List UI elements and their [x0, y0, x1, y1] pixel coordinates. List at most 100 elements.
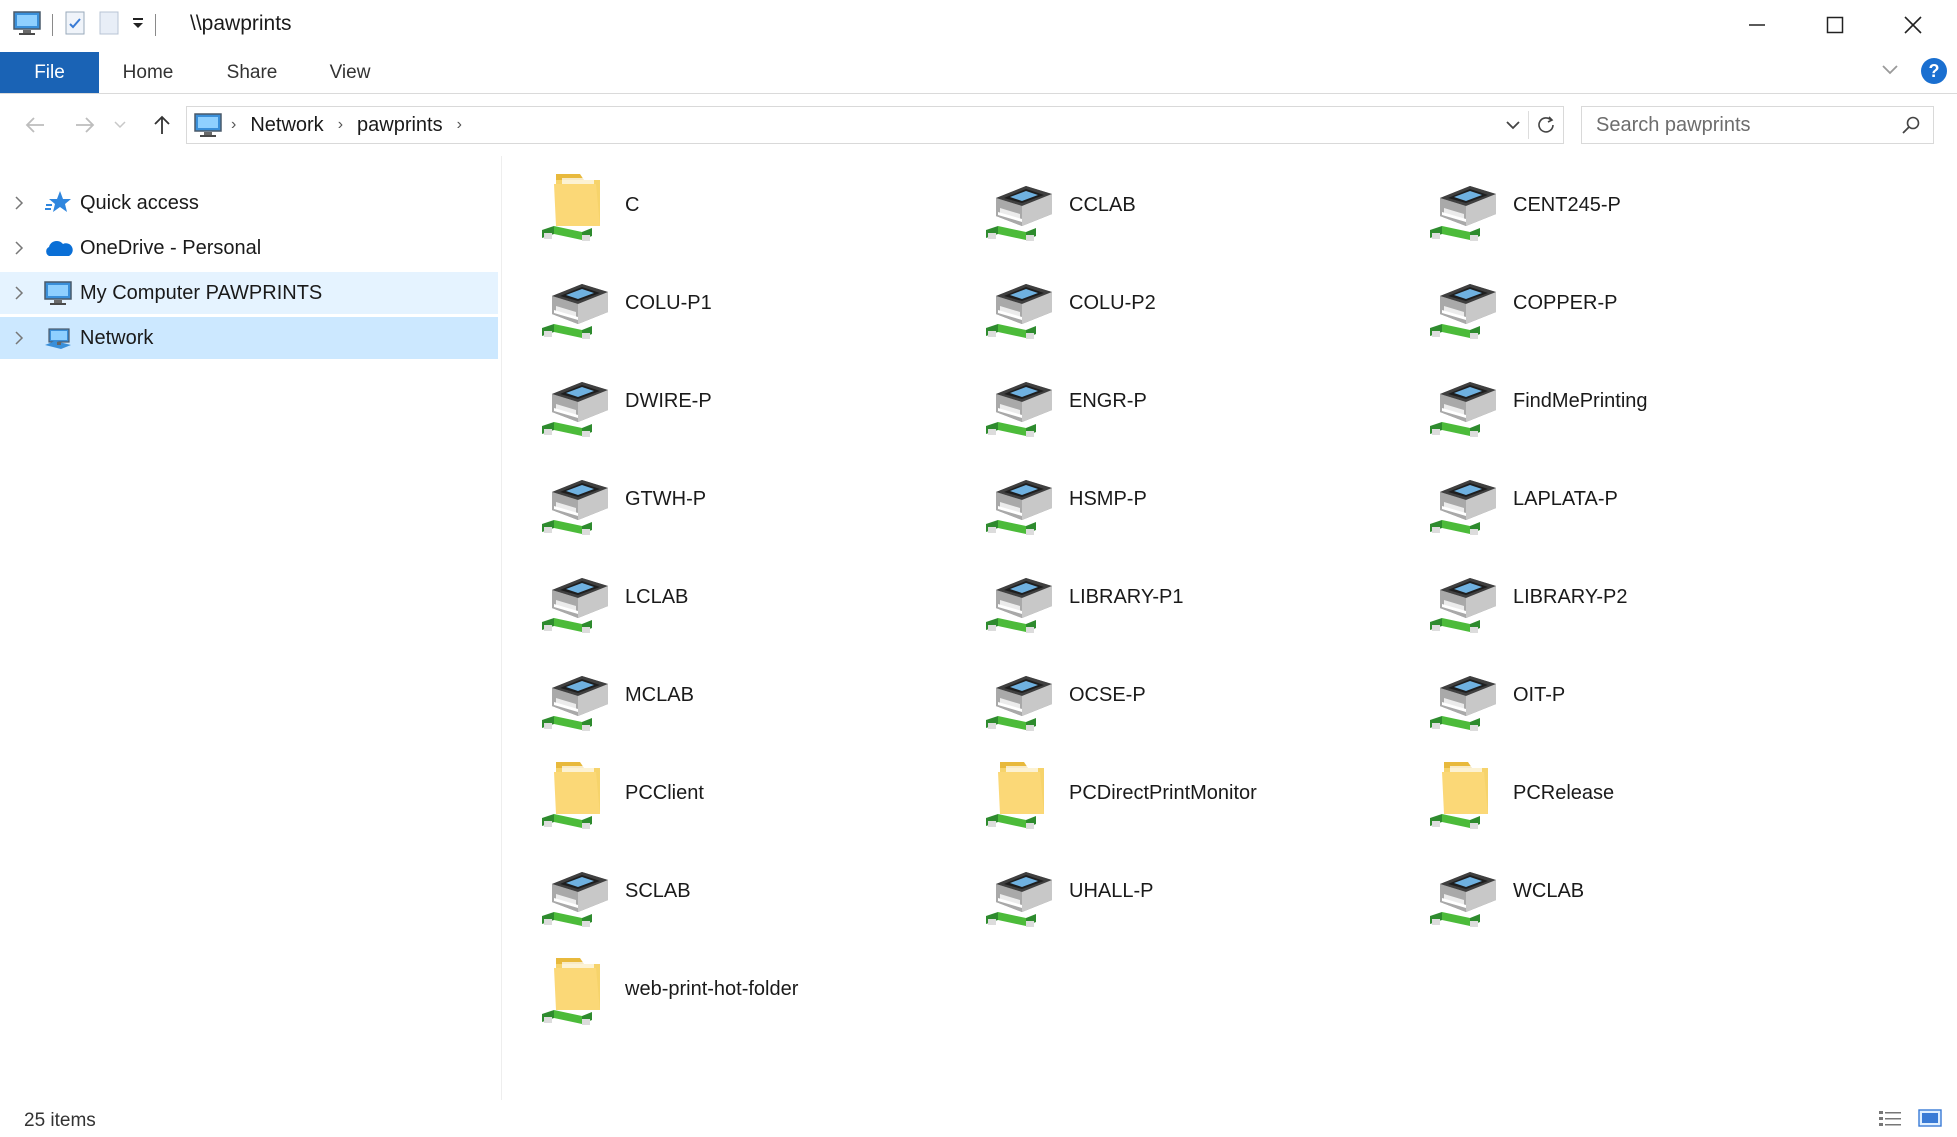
item-name: C — [625, 194, 640, 216]
search-box[interactable] — [1581, 106, 1934, 144]
network-icon — [38, 325, 78, 351]
expand-ribbon-chevron-icon[interactable] — [1881, 62, 1899, 80]
printer-item[interactable]: UHALL-P — [977, 854, 1421, 952]
shared-printer-icon — [1421, 854, 1511, 944]
chevron-right-icon[interactable] — [0, 286, 38, 300]
sidebar-item-label: Network — [80, 326, 154, 349]
quick-access-toolbar — [12, 10, 156, 40]
printer-item[interactable]: DWIRE-P — [533, 364, 977, 462]
item-name: COLU-P1 — [625, 292, 712, 314]
large-icons-view-icon — [1918, 1109, 1942, 1127]
sidebar-item-label: OneDrive - Personal — [80, 236, 262, 259]
sidebar-item-my-computer[interactable]: My Computer PAWPRINTS — [0, 272, 498, 314]
item-name: ENGR-P — [1069, 390, 1147, 412]
shared-printer-icon — [533, 266, 623, 356]
back-button[interactable] — [18, 108, 52, 142]
printer-item[interactable]: WCLAB — [1421, 854, 1865, 952]
chevron-right-icon[interactable] — [0, 331, 38, 345]
folder-item[interactable]: PCRelease — [1421, 756, 1865, 854]
printer-item[interactable]: LIBRARY-P1 — [977, 560, 1421, 658]
folder-item[interactable]: C — [533, 168, 977, 266]
sidebar-item-label: My Computer PAWPRINTS — [80, 281, 323, 304]
item-name: PCClient — [625, 782, 704, 804]
printer-item[interactable]: COPPER-P — [1421, 266, 1865, 364]
refresh-icon — [1538, 116, 1554, 133]
shared-printer-icon — [977, 854, 1067, 944]
tab-share[interactable]: Share — [212, 52, 292, 93]
shared-printer-icon — [1421, 560, 1511, 650]
chevron-down-icon — [1506, 121, 1520, 130]
tab-home[interactable]: Home — [108, 52, 188, 93]
tab-view[interactable]: View — [310, 52, 390, 93]
address-history-dropdown[interactable] — [1498, 120, 1528, 130]
sidebar-item-onedrive[interactable]: OneDrive - Personal — [0, 227, 498, 269]
breadcrumb-separator[interactable]: › — [449, 116, 470, 134]
customize-qat-dropdown-icon[interactable] — [131, 16, 145, 35]
printer-item[interactable]: LCLAB — [533, 560, 977, 658]
minimize-button[interactable] — [1718, 0, 1796, 50]
onedrive-cloud-icon — [38, 238, 78, 258]
shared-printer-icon — [977, 364, 1067, 454]
shared-folder-icon — [1421, 756, 1511, 846]
new-folder-icon[interactable] — [97, 10, 121, 41]
tab-file[interactable]: File — [0, 52, 99, 93]
address-bar[interactable]: › Network › pawprints › — [186, 106, 1564, 144]
shared-folder-icon — [533, 952, 623, 1042]
shared-printer-icon — [533, 462, 623, 552]
folder-item[interactable]: PCDirectPrintMonitor — [977, 756, 1421, 854]
breadcrumb-network[interactable]: Network — [244, 114, 329, 137]
shared-printer-icon — [1421, 364, 1511, 454]
breadcrumb-pawprints[interactable]: pawprints — [351, 114, 449, 137]
printer-item[interactable]: OCSE-P — [977, 658, 1421, 756]
forward-button[interactable] — [68, 108, 102, 142]
close-icon — [1904, 16, 1922, 34]
search-input[interactable] — [1596, 113, 1886, 137]
chevron-right-icon[interactable] — [0, 241, 38, 255]
printer-item[interactable]: CENT245-P — [1421, 168, 1865, 266]
recent-locations-button[interactable] — [110, 108, 130, 142]
printer-item[interactable]: CCLAB — [977, 168, 1421, 266]
printer-item[interactable]: HSMP-P — [977, 462, 1421, 560]
item-name: COLU-P2 — [1069, 292, 1156, 314]
item-name: LAPLATA-P — [1513, 488, 1618, 510]
properties-icon[interactable] — [63, 10, 87, 41]
shared-printer-icon — [977, 462, 1067, 552]
details-view-button[interactable] — [1877, 1108, 1903, 1133]
maximize-icon — [1826, 16, 1844, 34]
printer-item[interactable]: COLU-P1 — [533, 266, 977, 364]
printer-item[interactable]: OIT-P — [1421, 658, 1865, 756]
status-bar: 25 items — [0, 1100, 1957, 1137]
item-name: GTWH-P — [625, 488, 707, 510]
printer-item[interactable]: LIBRARY-P2 — [1421, 560, 1865, 658]
chevron-right-icon[interactable] — [0, 196, 38, 210]
folder-item[interactable]: web-print-hot-folder — [533, 952, 977, 1050]
breadcrumb-separator[interactable]: › — [330, 116, 351, 134]
navigation-pane: Quick access OneDrive - Personal My Comp… — [0, 156, 502, 1100]
item-name: OIT-P — [1513, 684, 1566, 706]
printer-item[interactable]: SCLAB — [533, 854, 977, 952]
minimize-icon — [1749, 24, 1765, 26]
printer-item[interactable]: FindMePrinting — [1421, 364, 1865, 462]
printer-item[interactable]: COLU-P2 — [977, 266, 1421, 364]
item-name: UHALL-P — [1069, 880, 1154, 902]
shared-folder-icon — [533, 168, 623, 258]
folder-item[interactable]: PCClient — [533, 756, 977, 854]
refresh-button[interactable] — [1529, 115, 1563, 135]
sidebar-item-quick-access[interactable]: Quick access — [0, 182, 498, 224]
sidebar-item-network[interactable]: Network — [0, 317, 498, 359]
shared-printer-icon — [1421, 658, 1511, 748]
printer-item[interactable]: ENGR-P — [977, 364, 1421, 462]
item-name: web-print-hot-folder — [625, 978, 799, 1000]
shared-printer-icon — [533, 560, 623, 650]
shared-printer-icon — [977, 658, 1067, 748]
search-icon[interactable] — [1901, 115, 1921, 140]
printer-item[interactable]: MCLAB — [533, 658, 977, 756]
printer-item[interactable]: GTWH-P — [533, 462, 977, 560]
up-button[interactable] — [145, 108, 179, 142]
large-icons-view-button[interactable] — [1917, 1108, 1943, 1133]
printer-item[interactable]: LAPLATA-P — [1421, 462, 1865, 560]
maximize-button[interactable] — [1796, 0, 1874, 50]
close-button[interactable] — [1874, 0, 1952, 50]
help-icon[interactable]: ? — [1921, 58, 1947, 84]
breadcrumb-separator[interactable]: › — [223, 116, 244, 134]
